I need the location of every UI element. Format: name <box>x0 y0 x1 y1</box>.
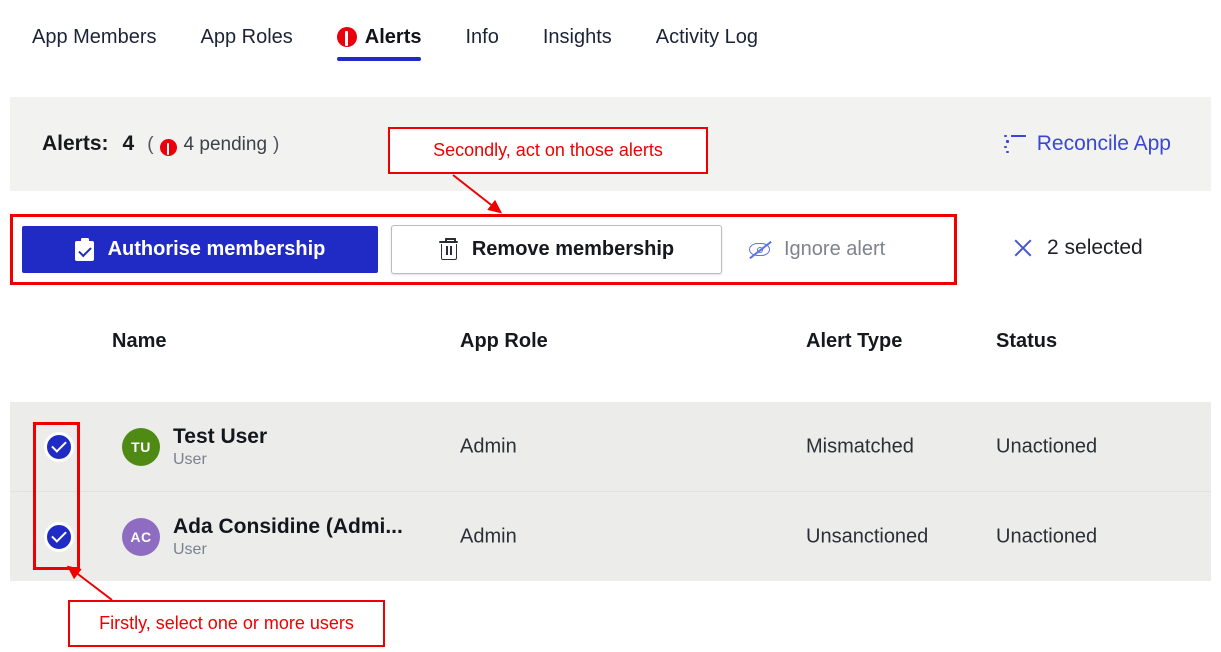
alerts-count-group: Alerts: 4 ( 4 pending ) <box>42 132 279 156</box>
annotation-secondly: Secondly, act on those alerts <box>388 127 708 174</box>
column-header-name: Name <box>112 330 167 352</box>
ignore-alert-button[interactable]: Ignore alert <box>734 226 899 273</box>
tab-info[interactable]: Info <box>465 0 498 74</box>
tab-app-roles[interactable]: App Roles <box>201 0 293 74</box>
table-row[interactable]: TU Test User User Admin Mismatched Unact… <box>10 402 1211 491</box>
annotation-firstly: Firstly, select one or more users <box>68 600 385 647</box>
annotation-text: Secondly, act on those alerts <box>433 140 663 160</box>
eye-slash-icon <box>748 240 772 260</box>
paren-open: ( <box>147 134 154 155</box>
remove-membership-button[interactable]: Remove membership <box>391 225 722 274</box>
clipboard-check-icon <box>74 237 95 262</box>
cell-app-role: Admin <box>460 525 517 547</box>
selected-count-label: 2 selected <box>1047 236 1143 259</box>
tab-insights[interactable]: Insights <box>543 0 612 74</box>
tab-activity-log[interactable]: Activity Log <box>656 0 758 74</box>
alerts-pending-group: ( 4 pending ) <box>147 134 279 156</box>
annotation-text: Firstly, select one or more users <box>99 613 354 633</box>
cell-status: Unactioned <box>996 435 1098 457</box>
active-tab-underline <box>336 57 422 61</box>
alert-exclamation-icon <box>159 138 177 156</box>
tab-label: Insights <box>542 25 612 48</box>
member-name: Ada Considine (Admi... <box>173 514 403 538</box>
ignore-alert-label: Ignore alert <box>784 238 886 260</box>
cell-status: Unactioned <box>996 525 1098 547</box>
trash-icon <box>438 238 458 261</box>
column-header-alert-type: Alert Type <box>806 330 903 352</box>
clear-selection-button[interactable]: 2 selected <box>1012 236 1143 260</box>
cell-alert-type: Unsanctioned <box>806 525 929 547</box>
table-row[interactable]: AC Ada Considine (Admi... User Admin Uns… <box>10 491 1211 581</box>
bulk-action-toolbar: Authorise membership Remove membership I… <box>10 214 957 285</box>
table-body: TU Test User User Admin Mismatched Unact… <box>10 402 1211 581</box>
close-x-icon <box>1012 237 1034 259</box>
column-header-app-role: App Role <box>460 330 548 352</box>
alerts-page: App Members App Roles Alerts Info Insigh… <box>0 0 1221 652</box>
authorise-membership-label: Authorise membership <box>107 238 326 260</box>
paren-close: ) <box>273 134 280 155</box>
avatar: AC <box>122 517 160 556</box>
tab-alerts[interactable]: Alerts <box>336 0 422 74</box>
tab-label: App Roles <box>200 25 293 48</box>
avatar-initials: AC <box>130 528 152 545</box>
avatar: TU <box>122 427 160 466</box>
avatar-initials: TU <box>131 438 151 455</box>
tab-label: Info <box>465 25 499 48</box>
member-identity: Ada Considine (Admi... User <box>173 514 403 558</box>
member-subtitle: User <box>173 540 207 558</box>
cell-app-role: Admin <box>460 435 517 457</box>
tab-label: Alerts <box>364 25 422 48</box>
checkbox-highlight-box <box>33 422 80 570</box>
authorise-membership-button[interactable]: Authorise membership <box>22 226 378 273</box>
tab-app-members[interactable]: App Members <box>32 0 157 74</box>
tab-label: Activity Log <box>655 25 759 48</box>
remove-membership-label: Remove membership <box>471 238 675 260</box>
alerts-label: Alerts: <box>42 132 109 155</box>
reconcile-app-label: Reconcile App <box>1036 132 1171 155</box>
list-checklist-icon <box>1003 134 1026 154</box>
member-identity: Test User User <box>173 424 267 468</box>
alerts-pending-text: 4 pending <box>183 134 268 155</box>
cell-alert-type: Mismatched <box>806 435 914 457</box>
tab-bar: App Members App Roles Alerts Info Insigh… <box>0 0 1221 74</box>
reconcile-app-button[interactable]: Reconcile App <box>1003 132 1171 156</box>
column-header-status: Status <box>996 330 1058 352</box>
table-header: Name App Role Alert Type Status <box>0 330 1221 380</box>
tab-label: App Members <box>32 25 157 48</box>
member-name: Test User <box>173 424 268 448</box>
alerts-count: 4 <box>122 132 135 155</box>
member-subtitle: User <box>173 450 207 468</box>
alert-exclamation-icon <box>336 27 357 47</box>
